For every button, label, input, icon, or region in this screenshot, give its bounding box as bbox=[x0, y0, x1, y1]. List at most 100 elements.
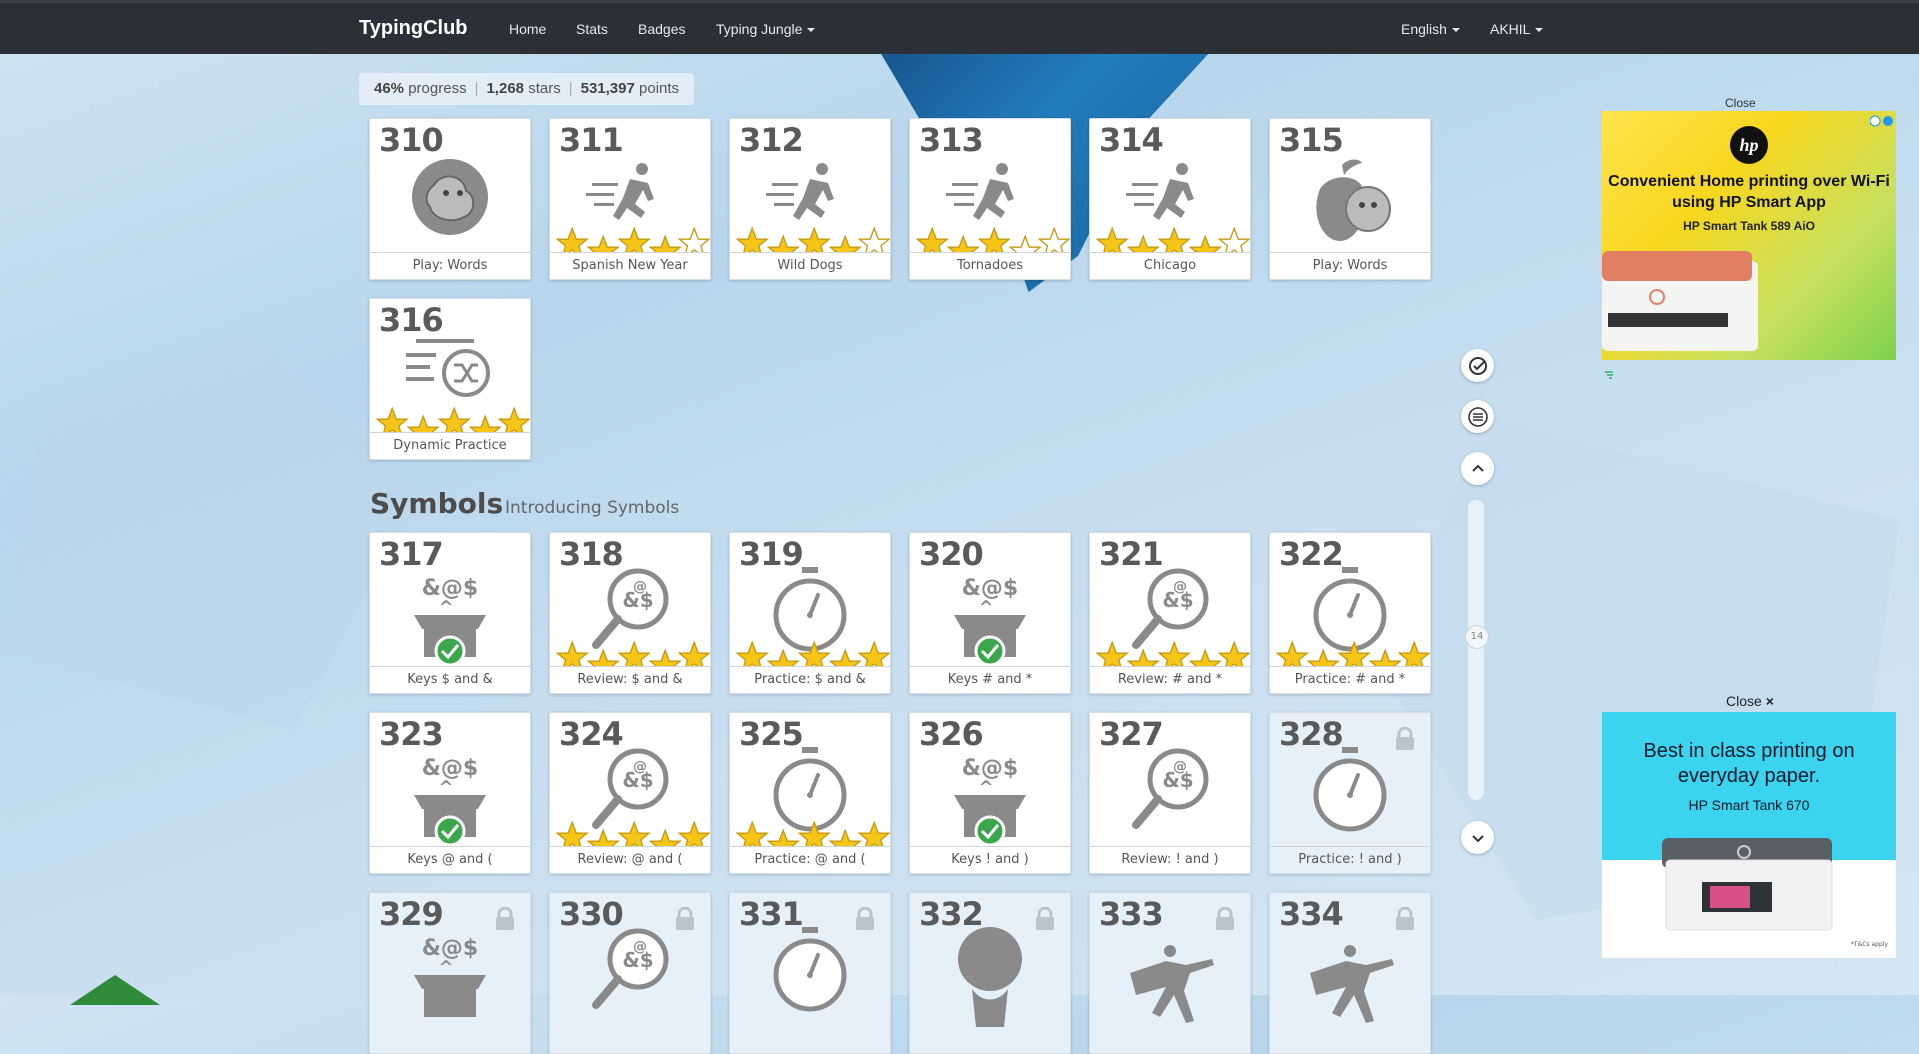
top-navbar: TypingClub Home Stats Badges Typing Jung… bbox=[0, 0, 1919, 54]
nav-home[interactable]: Home bbox=[509, 21, 546, 37]
svg-text:^: ^ bbox=[438, 777, 453, 798]
lesson-title: Wild Dogs bbox=[730, 252, 890, 279]
lesson-card[interactable]: 324 &$ @ Review: @ and ( bbox=[549, 712, 711, 874]
language-dropdown[interactable]: English bbox=[1401, 21, 1460, 37]
lesson-card[interactable]: 325 Practice: @ and ( bbox=[729, 712, 891, 874]
magnifier-icon: &$@ bbox=[555, 748, 710, 847]
magnifier-icon: &$@ bbox=[592, 928, 669, 1009]
progress-summary: 46% progress | 1,268 stars | 531,397 points bbox=[359, 73, 695, 105]
ad-feedback-icon[interactable] bbox=[1604, 366, 1614, 379]
lesson-title: Keys # and * bbox=[910, 666, 1070, 693]
lesson-title: Play: Words bbox=[1270, 252, 1430, 279]
lesson-card[interactable]: 311 Spanish New Year bbox=[549, 118, 711, 280]
chevron-down-icon bbox=[1451, 28, 1460, 33]
lesson-card[interactable]: 320 &@$ ^ Keys # and * bbox=[909, 532, 1071, 694]
lesson-card[interactable]: 323 &@$ ^ Keys @ and ( bbox=[369, 712, 531, 874]
stopwatch-icon bbox=[735, 747, 890, 847]
ad-close-label: Close bbox=[1726, 693, 1762, 709]
scroll-position-indicator[interactable]: 14 bbox=[1465, 625, 1489, 649]
lesson-card[interactable]: 314 Chicago bbox=[1089, 118, 1251, 280]
runner-icon bbox=[1095, 163, 1250, 253]
lesson-title: Play: Words bbox=[370, 252, 530, 279]
printer-image bbox=[1602, 251, 1758, 351]
background-shape bbox=[0, 330, 420, 730]
lesson-card[interactable]: 322 Practice: # and * bbox=[1269, 532, 1431, 694]
ad-close-top[interactable]: Close bbox=[1725, 96, 1756, 110]
lesson-card[interactable]: 330 &$ @ bbox=[549, 892, 711, 1054]
nav-badges[interactable]: Badges bbox=[638, 21, 685, 37]
symbol-box-icon: &@$^ bbox=[414, 756, 486, 847]
svg-text:@: @ bbox=[633, 759, 647, 775]
stopwatch-icon bbox=[735, 567, 890, 667]
balloon-icon bbox=[958, 927, 1022, 1027]
brand-logo[interactable]: TypingClub bbox=[359, 17, 468, 40]
lesson-title: Review: $ and & bbox=[550, 666, 710, 693]
lesson-card[interactable]: 332 bbox=[909, 892, 1071, 1054]
ad-product-name: HP Smart Tank 589 AiO bbox=[1683, 219, 1815, 233]
lesson-title: Review: ! and ) bbox=[1090, 846, 1250, 873]
hp-banner-ad[interactable]: hp Convenient Home printing over Wi-Fi u… bbox=[1602, 111, 1896, 360]
stopwatch-icon bbox=[1275, 567, 1430, 667]
lesson-card[interactable]: 319 Practice: $ and & bbox=[729, 532, 891, 694]
runner-icon bbox=[915, 163, 1070, 253]
lesson-title: Practice: # and * bbox=[1270, 666, 1430, 693]
lesson-card[interactable]: 329 &@$ ^ bbox=[369, 892, 531, 1054]
lesson-title: Review: # and * bbox=[1090, 666, 1250, 693]
progress-label: progress bbox=[408, 80, 467, 97]
close-icon: × bbox=[1765, 693, 1774, 709]
stopwatch-icon bbox=[773, 927, 847, 1012]
lesson-card[interactable]: 312 Wild Dogs bbox=[729, 118, 891, 280]
lesson-title: Spanish New Year bbox=[550, 252, 710, 279]
lesson-title: Practice: $ and & bbox=[730, 666, 890, 693]
chevron-up-icon bbox=[1472, 464, 1484, 472]
points-count: 531,397 bbox=[580, 80, 635, 97]
hp-logo: hp bbox=[1730, 126, 1768, 164]
ad-choices-icon[interactable] bbox=[1869, 112, 1894, 131]
lesson-title: Keys $ and & bbox=[370, 666, 530, 693]
magnifier-icon: &$@ bbox=[1095, 568, 1250, 667]
symbol-box-icon: &@$^ bbox=[954, 756, 1026, 847]
lesson-title: Chicago bbox=[1090, 252, 1250, 279]
symbol-box-icon: &@$^ bbox=[414, 936, 486, 1017]
lesson-card[interactable]: 334 bbox=[1269, 892, 1431, 1054]
lesson-card[interactable]: 310 Play: Words bbox=[369, 118, 531, 280]
language-label: English bbox=[1401, 21, 1447, 37]
lesson-card[interactable]: 318 &$ @ Review: $ and & bbox=[549, 532, 711, 694]
lesson-card[interactable]: 331 bbox=[729, 892, 891, 1054]
lesson-scrollbar[interactable] bbox=[1468, 500, 1484, 800]
scroll-up-button[interactable] bbox=[1461, 452, 1494, 485]
nav-typing-jungle-label: Typing Jungle bbox=[716, 21, 803, 37]
chevron-down-icon bbox=[1535, 28, 1544, 33]
lesson-card[interactable]: 316 Dynamic Practice bbox=[369, 298, 531, 460]
stars-label: stars bbox=[528, 80, 561, 97]
runner-icon bbox=[555, 163, 710, 253]
check-circle-icon bbox=[1469, 357, 1487, 375]
lesson-card[interactable]: 321 &$ @ Review: # and * bbox=[1089, 532, 1251, 694]
lesson-card[interactable]: 317 &@$ ^ Keys $ and & bbox=[369, 532, 531, 694]
shuffle-list-icon bbox=[375, 339, 530, 433]
ad-close-button[interactable]: Close × bbox=[1726, 693, 1774, 709]
lesson-card[interactable]: 328 Practice: ! and ) bbox=[1269, 712, 1431, 874]
lesson-card[interactable]: 313 Tornadoes bbox=[909, 118, 1071, 280]
completed-filter-button[interactable] bbox=[1461, 349, 1494, 382]
lesson-card[interactable]: 333 bbox=[1089, 892, 1251, 1054]
lesson-card[interactable]: 327 &$ @ Review: ! and ) bbox=[1089, 712, 1251, 874]
hp-printer-ad[interactable]: Best in class printing on everyday paper… bbox=[1602, 712, 1896, 958]
lesson-card[interactable]: 326 &@$ ^ Keys ! and ) bbox=[909, 712, 1071, 874]
ad-product-name: HP Smart Tank 670 bbox=[1688, 797, 1810, 813]
symbol-box-icon: &@$^ bbox=[414, 576, 486, 667]
user-name: AKHIL bbox=[1490, 21, 1531, 37]
svg-text:^: ^ bbox=[978, 597, 993, 618]
user-menu[interactable]: AKHIL bbox=[1490, 21, 1544, 37]
svg-text:@: @ bbox=[633, 939, 647, 955]
ad-fine-print: *T&Cs apply bbox=[1850, 941, 1888, 948]
svg-text:^: ^ bbox=[978, 777, 993, 798]
svg-text:@: @ bbox=[1173, 759, 1187, 775]
nav-stats[interactable]: Stats bbox=[576, 21, 608, 37]
nav-typing-jungle[interactable]: Typing Jungle bbox=[716, 21, 816, 37]
lesson-title: Practice: ! and ) bbox=[1270, 846, 1430, 873]
menu-list-button[interactable] bbox=[1461, 400, 1494, 433]
lesson-card[interactable]: 315 Play: Words bbox=[1269, 118, 1431, 280]
scroll-down-button[interactable] bbox=[1461, 821, 1494, 854]
magnifier-icon: &$@ bbox=[555, 568, 710, 667]
